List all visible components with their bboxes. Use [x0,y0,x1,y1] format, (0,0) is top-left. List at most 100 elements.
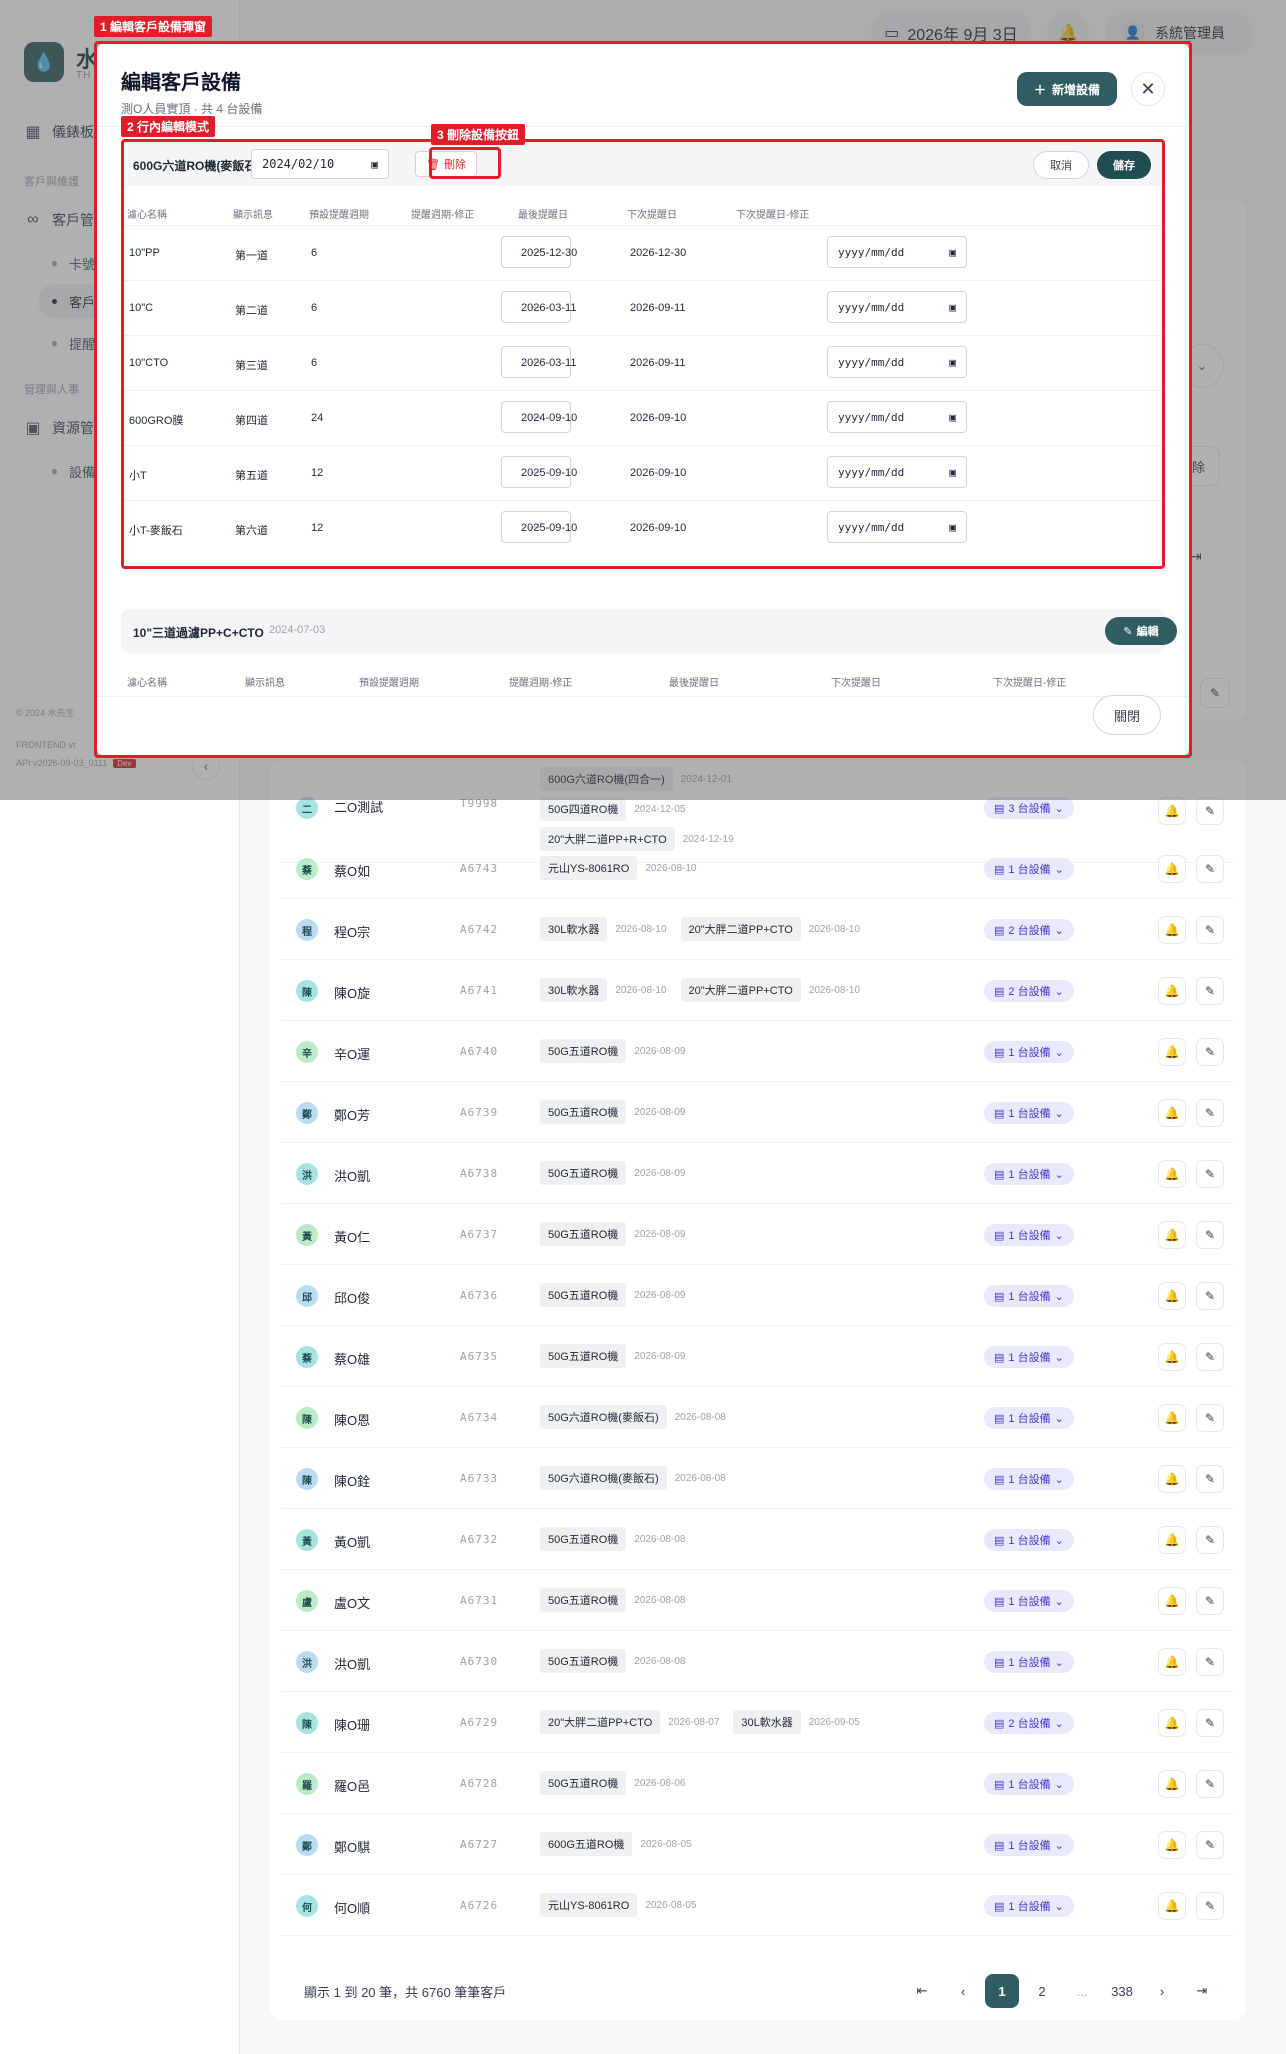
equipment-count-dropdown[interactable]: ▤ 2 台設備 ⌄ [984,1712,1074,1734]
edit-customer-button[interactable]: ✎ [1196,1160,1224,1188]
customer-name[interactable]: 陳O銓 [334,1471,370,1490]
next-page-button[interactable]: › [1145,1974,1179,2008]
install-date-input[interactable]: 2024/02/10 ▣ [251,149,389,179]
equipment-count-dropdown[interactable]: ▤ 1 台設備 ⌄ [984,1834,1074,1856]
edit-customer-button[interactable]: ✎ [1196,855,1224,883]
reminder-bell-button[interactable]: 🔔 [1158,855,1186,883]
equipment-count-dropdown[interactable]: ▤ 1 台設備 ⌄ [984,1163,1074,1185]
reminder-bell-button[interactable]: 🔔 [1158,1282,1186,1310]
equipment-count-dropdown[interactable]: ▤ 1 台設備 ⌄ [984,1468,1074,1490]
table-row[interactable]: 鄭鄭O騏 A6727 600G五道RO機 2026-08-05 ▤ 1 台設備 ⌄ 🔔 ✎ [282,1814,1234,1875]
reminder-bell-button[interactable]: 🔔 [1158,1892,1186,1920]
customer-name[interactable]: 洪O凱 [334,1654,370,1673]
table-row[interactable]: 邱邱O俊 A6736 50G五道RO機 2026-08-09 ▤ 1 台設備 ⌄ 🔔 ✎ [282,1265,1234,1326]
table-row[interactable]: 蔡蔡O雄 A6735 50G五道RO機 2026-08-09 ▤ 1 台設備 ⌄ 🔔 ✎ [282,1326,1234,1387]
reminder-bell-button[interactable]: 🔔 [1158,1526,1186,1554]
customer-name[interactable]: 程O宗 [334,922,370,941]
page-2[interactable]: 2 [1025,1974,1059,2008]
customer-name[interactable]: 羅O邑 [334,1776,370,1795]
customer-name[interactable]: 黃O仁 [334,1227,370,1246]
customer-name[interactable]: 鄭O芳 [334,1105,370,1124]
reminder-bell-button[interactable]: 🔔 [1158,1648,1186,1676]
next-date-override-input[interactable]: yyyy/mm/dd ▣ [827,236,967,268]
next-date-override-input[interactable]: yyyy/mm/dd ▣ [827,456,967,488]
delete-equipment-button[interactable]: 🗑 刪除 [415,151,477,177]
customer-name[interactable]: 陳O恩 [334,1410,370,1429]
reminder-bell-button[interactable]: 🔔 [1158,1831,1186,1859]
table-row[interactable]: 洪洪O凱 A6738 50G五道RO機 2026-08-09 ▤ 1 台設備 ⌄ 🔔 ✎ [282,1143,1234,1204]
reminder-bell-button[interactable]: 🔔 [1158,1343,1186,1371]
customer-name[interactable]: 蔡O如 [334,861,370,880]
equipment-count-dropdown[interactable]: ▤ 1 台設備 ⌄ [984,1285,1074,1307]
customer-name[interactable]: 辛O運 [334,1044,370,1063]
equipment-count-dropdown[interactable]: ▤ 3 台設備 ⌄ [984,797,1074,819]
next-date-override-input[interactable]: yyyy/mm/dd ▣ [827,346,967,378]
edit-customer-button[interactable]: ✎ [1196,1038,1224,1066]
edit-customer-button[interactable]: ✎ [1196,1343,1224,1371]
equipment-count-dropdown[interactable]: ▤ 2 台設備 ⌄ [984,980,1074,1002]
next-date-override-input[interactable]: yyyy/mm/dd ▣ [827,511,967,543]
table-row[interactable]: 陳陳O恩 A6734 50G六道RO機(麥飯石) 2026-08-08 ▤ 1 台設備 ⌄ 🔔… [282,1387,1234,1448]
edit-customer-button[interactable]: ✎ [1196,1221,1224,1249]
reminder-bell-button[interactable]: 🔔 [1158,1587,1186,1615]
edit-customer-button[interactable]: ✎ [1196,1282,1224,1310]
reminder-bell-button[interactable]: 🔔 [1158,1465,1186,1493]
equipment-count-dropdown[interactable]: ▤ 1 台設備 ⌄ [984,1102,1074,1124]
equipment-count-dropdown[interactable]: ▤ 1 台設備 ⌄ [984,1590,1074,1612]
reminder-bell-button[interactable]: 🔔 [1158,916,1186,944]
reminder-bell-button[interactable]: 🔔 [1158,1160,1186,1188]
table-row[interactable]: 何何O順 A6726 元山YS-8061RO 2026-08-05 ▤ 1 台設備 ⌄ 🔔 ✎ [282,1875,1234,1936]
edit-customer-button[interactable]: ✎ [1196,1709,1224,1737]
reminder-bell-button[interactable]: 🔔 [1158,1709,1186,1737]
customer-name[interactable]: 蔡O雄 [334,1349,370,1368]
table-row[interactable]: 陳陳O珊 A6729 20"大胖二道PP+CTO 2026-08-07 30L軟水器 20… [282,1692,1234,1753]
table-row[interactable]: 辛辛O運 A6740 50G五道RO機 2026-08-09 ▤ 1 台設備 ⌄ 🔔 ✎ [282,1021,1234,1082]
customer-name[interactable]: 陳O旋 [334,983,370,1002]
table-row[interactable]: 陳陳O銓 A6733 50G六道RO機(麥飯石) 2026-08-08 ▤ 1 台設備 ⌄ 🔔… [282,1448,1234,1509]
customer-name[interactable]: 陳O珊 [334,1715,370,1734]
last-page-button[interactable]: ⇥ [1185,1974,1219,2008]
edit-customer-button[interactable]: ✎ [1196,977,1224,1005]
reminder-bell-button[interactable]: 🔔 [1158,1038,1186,1066]
page-1[interactable]: 1 [985,1974,1019,2008]
reminder-bell-button[interactable]: 🔔 [1158,1404,1186,1432]
close-modal-button[interactable]: ✕ [1131,72,1165,106]
customer-name[interactable]: 何O順 [334,1898,370,1917]
table-row[interactable]: 洪洪O凱 A6730 50G五道RO機 2026-08-08 ▤ 1 台設備 ⌄ 🔔 ✎ [282,1631,1234,1692]
customer-name[interactable]: 鄭O騏 [334,1837,370,1856]
save-button[interactable]: 儲存 [1097,151,1151,179]
edit-customer-button[interactable]: ✎ [1196,1465,1224,1493]
next-date-override-input[interactable]: yyyy/mm/dd ▣ [827,291,967,323]
reminder-bell-button[interactable]: 🔔 [1158,797,1186,825]
table-row[interactable]: 鄭鄭O芳 A6739 50G五道RO機 2026-08-09 ▤ 1 台設備 ⌄ 🔔 ✎ [282,1082,1234,1143]
reminder-bell-button[interactable]: 🔔 [1158,1099,1186,1127]
edit-customer-button[interactable]: ✎ [1196,1404,1224,1432]
table-row[interactable]: 陳陳O旋 A6741 30L軟水器 2026-08-10 20"大胖二道PP+CTO 20… [282,960,1234,1021]
customer-name[interactable]: 洪O凱 [334,1166,370,1185]
table-row[interactable]: 盧盧O文 A6731 50G五道RO機 2026-08-08 ▤ 1 台設備 ⌄ 🔔 ✎ [282,1570,1234,1631]
cancel-button[interactable]: 取消 [1033,151,1089,179]
equipment-count-dropdown[interactable]: ▤ 1 台設備 ⌄ [984,1407,1074,1429]
equipment-count-dropdown[interactable]: ▤ 2 台設備 ⌄ [984,919,1074,941]
equipment-count-dropdown[interactable]: ▤ 1 台設備 ⌄ [984,1346,1074,1368]
edit-customer-button[interactable]: ✎ [1196,1587,1224,1615]
page-338[interactable]: 338 [1105,1974,1139,2008]
reminder-bell-button[interactable]: 🔔 [1158,1221,1186,1249]
table-row[interactable]: 羅羅O邑 A6728 50G五道RO機 2026-08-06 ▤ 1 台設備 ⌄ 🔔 ✎ [282,1753,1234,1814]
edit-customer-button[interactable]: ✎ [1196,1892,1224,1920]
add-equipment-button[interactable]: ＋新增設備 [1017,72,1117,106]
edit-customer-button[interactable]: ✎ [1196,1099,1224,1127]
customer-name[interactable]: 黃O凱 [334,1532,370,1551]
table-row[interactable]: 蔡蔡O如 A6743 元山YS-8061RO 2026-08-10 ▤ 1 台設備 ⌄ 🔔 ✎ [282,838,1234,899]
edit-customer-button[interactable]: ✎ [1196,916,1224,944]
equipment-count-dropdown[interactable]: ▤ 1 台設備 ⌄ [984,1895,1074,1917]
next-date-override-input[interactable]: yyyy/mm/dd ▣ [827,401,967,433]
equipment-count-dropdown[interactable]: ▤ 1 台設備 ⌄ [984,1224,1074,1246]
edit-customer-button[interactable]: ✎ [1196,1770,1224,1798]
close-button[interactable]: 關閉 [1093,695,1161,735]
table-row[interactable]: 程程O宗 A6742 30L軟水器 2026-08-10 20"大胖二道PP+CTO 20… [282,899,1234,960]
equipment-count-dropdown[interactable]: ▤ 1 台設備 ⌄ [984,1041,1074,1063]
edit-customer-button[interactable]: ✎ [1196,1831,1224,1859]
reminder-bell-button[interactable]: 🔔 [1158,977,1186,1005]
customer-name[interactable]: 盧O文 [334,1593,370,1612]
